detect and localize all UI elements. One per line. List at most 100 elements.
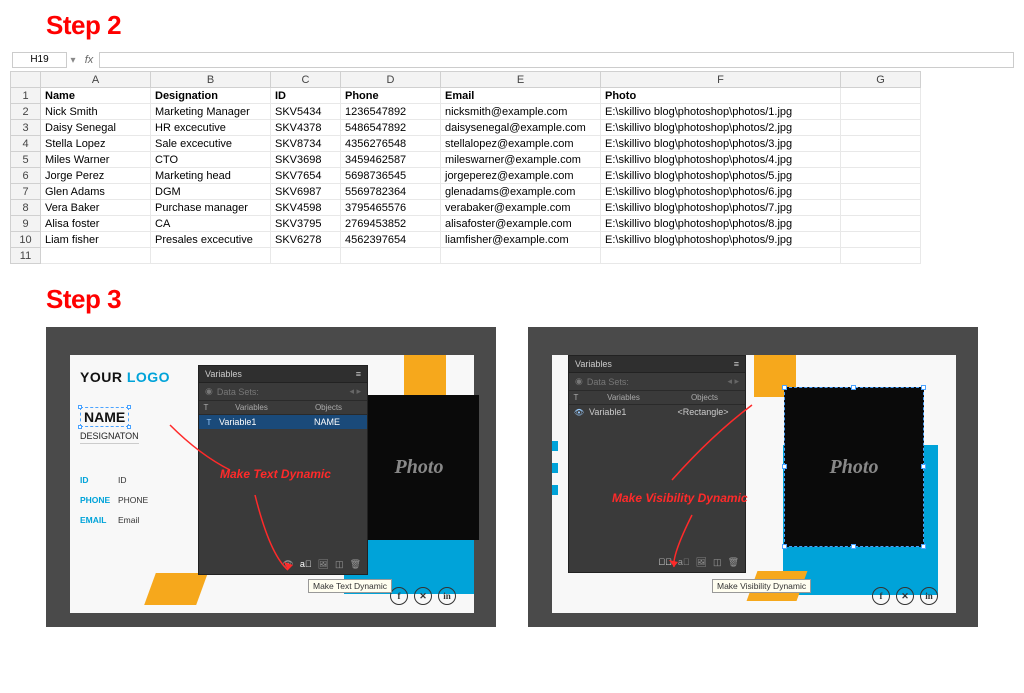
- variables-panel-right[interactable]: Variables≡ ◉Data Sets:◂ ▸ TVariablesObje…: [568, 355, 746, 573]
- data-cell[interactable]: E:\skillivo blog\photoshop\photos/4.jpg: [601, 152, 841, 168]
- data-cell[interactable]: stellalopez@example.com: [441, 136, 601, 152]
- header-cell[interactable]: Photo: [601, 88, 841, 104]
- facebook-icon[interactable]: f: [872, 587, 890, 605]
- data-cell[interactable]: E:\skillivo blog\photoshop\photos/1.jpg: [601, 104, 841, 120]
- data-cell[interactable]: alisafoster@example.com: [441, 216, 601, 232]
- name-box[interactable]: H19: [12, 52, 67, 68]
- delete-icon[interactable]: 🗑: [728, 557, 739, 568]
- data-cell[interactable]: Nick Smith: [41, 104, 151, 120]
- data-cell[interactable]: SKV4598: [271, 200, 341, 216]
- data-cell[interactable]: [841, 200, 921, 216]
- data-cell[interactable]: [841, 104, 921, 120]
- data-cell[interactable]: SKV3795: [271, 216, 341, 232]
- annotation-visibility-dynamic: Make Visibility Dynamic: [612, 491, 748, 505]
- delete-icon[interactable]: 🗑: [350, 559, 361, 570]
- linkedin-icon[interactable]: in: [438, 587, 456, 605]
- make-text-dynamic-icon[interactable]: a⃞: [300, 559, 312, 570]
- data-cell[interactable]: [841, 120, 921, 136]
- data-cell[interactable]: E:\skillivo blog\photoshop\photos/5.jpg: [601, 168, 841, 184]
- data-cell[interactable]: CA: [151, 216, 271, 232]
- data-cell[interactable]: [841, 168, 921, 184]
- twitter-icon[interactable]: ✕: [414, 587, 432, 605]
- data-cell[interactable]: Liam fisher: [41, 232, 151, 248]
- photo-placeholder-selected[interactable]: Photo: [784, 387, 924, 547]
- data-cell[interactable]: 5569782364: [341, 184, 441, 200]
- data-cell[interactable]: HR excecutive: [151, 120, 271, 136]
- variable-row-selected[interactable]: T Variable1 NAME: [199, 415, 367, 429]
- step3-heading: Step 3: [46, 284, 1024, 315]
- formula-bar[interactable]: [99, 52, 1014, 68]
- data-cell[interactable]: SKV3698: [271, 152, 341, 168]
- data-cell[interactable]: SKV8734: [271, 136, 341, 152]
- data-cell[interactable]: [841, 184, 921, 200]
- data-cell[interactable]: 3459462587: [341, 152, 441, 168]
- header-cell[interactable]: Phone: [341, 88, 441, 104]
- data-cell[interactable]: SKV6278: [271, 232, 341, 248]
- twitter-icon[interactable]: ✕: [896, 587, 914, 605]
- data-cell[interactable]: 5486547892: [341, 120, 441, 136]
- data-cell[interactable]: E:\skillivo blog\photoshop\photos/2.jpg: [601, 120, 841, 136]
- capture-icon[interactable]: ◫: [335, 559, 344, 570]
- data-cell[interactable]: jorgeperez@example.com: [441, 168, 601, 184]
- data-cell[interactable]: E:\skillivo blog\photoshop\photos/8.jpg: [601, 216, 841, 232]
- data-cell[interactable]: [841, 216, 921, 232]
- header-cell[interactable]: [841, 88, 921, 104]
- data-cell[interactable]: 1236547892: [341, 104, 441, 120]
- make-visibility-dynamic-icon[interactable]: 👁⃞: [658, 557, 672, 568]
- data-cell[interactable]: Marketing head: [151, 168, 271, 184]
- data-cell[interactable]: DGM: [151, 184, 271, 200]
- linkedin-icon[interactable]: in: [920, 587, 938, 605]
- data-cell[interactable]: E:\skillivo blog\photoshop\photos/9.jpg: [601, 232, 841, 248]
- data-cell[interactable]: E:\skillivo blog\photoshop\photos/3.jpg: [601, 136, 841, 152]
- data-cell[interactable]: SKV7654: [271, 168, 341, 184]
- data-cell[interactable]: Stella Lopez: [41, 136, 151, 152]
- data-cell[interactable]: [841, 136, 921, 152]
- data-cell[interactable]: glenadams@example.com: [441, 184, 601, 200]
- data-cell[interactable]: Vera Baker: [41, 200, 151, 216]
- header-cell[interactable]: Name: [41, 88, 151, 104]
- data-cell[interactable]: [841, 152, 921, 168]
- email-row: EMAILEmail: [80, 515, 139, 525]
- capture-icon[interactable]: ◫: [713, 557, 722, 568]
- data-cell[interactable]: 4562397654: [341, 232, 441, 248]
- data-cell[interactable]: Miles Warner: [41, 152, 151, 168]
- make-linked-file-icon[interactable]: 🖼: [696, 557, 707, 568]
- panel-menu-icon[interactable]: ≡: [356, 369, 361, 379]
- facebook-icon[interactable]: f: [390, 587, 408, 605]
- sheet-grid[interactable]: ABCDEFG1NameDesignationIDPhoneEmailPhoto…: [10, 71, 921, 264]
- make-visibility-dynamic-icon[interactable]: 👁: [282, 559, 293, 570]
- header-cell[interactable]: Designation: [151, 88, 271, 104]
- make-text-dynamic-icon[interactable]: a⃞: [678, 557, 690, 568]
- data-cell[interactable]: daisysenegal@example.com: [441, 120, 601, 136]
- variables-panel-title: Variables: [575, 359, 612, 369]
- header-cell[interactable]: ID: [271, 88, 341, 104]
- data-cell[interactable]: SKV5434: [271, 104, 341, 120]
- data-cell[interactable]: E:\skillivo blog\photoshop\photos/7.jpg: [601, 200, 841, 216]
- data-cell[interactable]: nicksmith@example.com: [441, 104, 601, 120]
- data-cell[interactable]: E:\skillivo blog\photoshop\photos/6.jpg: [601, 184, 841, 200]
- data-cell[interactable]: Daisy Senegal: [41, 120, 151, 136]
- panel-menu-icon[interactable]: ≡: [734, 359, 739, 369]
- data-cell[interactable]: Presales excecutive: [151, 232, 271, 248]
- data-cell[interactable]: SKV6987: [271, 184, 341, 200]
- data-cell[interactable]: [841, 232, 921, 248]
- data-cell[interactable]: 2769453852: [341, 216, 441, 232]
- make-linked-file-icon[interactable]: 🖼: [318, 559, 329, 570]
- header-cell[interactable]: Email: [441, 88, 601, 104]
- data-cell[interactable]: Jorge Perez: [41, 168, 151, 184]
- data-cell[interactable]: liamfisher@example.com: [441, 232, 601, 248]
- name-field-selected[interactable]: NAME: [80, 407, 129, 427]
- data-cell[interactable]: CTO: [151, 152, 271, 168]
- data-cell[interactable]: Alisa foster: [41, 216, 151, 232]
- data-cell[interactable]: Purchase manager: [151, 200, 271, 216]
- data-cell[interactable]: mileswarner@example.com: [441, 152, 601, 168]
- variable-row[interactable]: 👁 Variable1 <Rectangle>: [569, 405, 745, 419]
- data-cell[interactable]: Marketing Manager: [151, 104, 271, 120]
- data-cell[interactable]: 4356276548: [341, 136, 441, 152]
- data-cell[interactable]: Glen Adams: [41, 184, 151, 200]
- data-cell[interactable]: SKV4378: [271, 120, 341, 136]
- data-cell[interactable]: 5698736545: [341, 168, 441, 184]
- data-cell[interactable]: verabaker@example.com: [441, 200, 601, 216]
- data-cell[interactable]: Sale excecutive: [151, 136, 271, 152]
- data-cell[interactable]: 3795465576: [341, 200, 441, 216]
